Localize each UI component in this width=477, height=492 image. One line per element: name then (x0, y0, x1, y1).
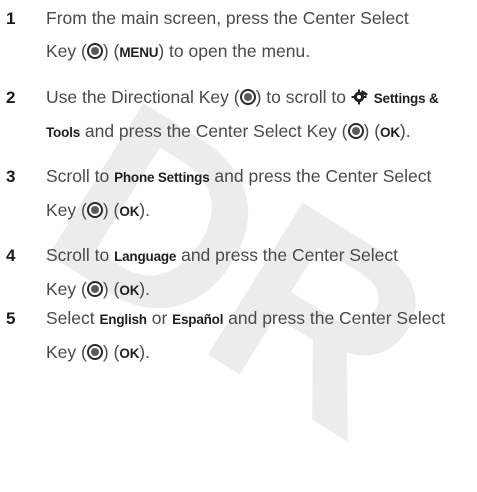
step-text-fragment: ) ( (102, 41, 120, 61)
step-text-fragment: Use the Directional Key ( (46, 87, 240, 107)
ok-label: OK (119, 346, 140, 361)
settings-and-tools-label: Settings & (373, 91, 439, 106)
step-text-fragment: Key ( (46, 342, 87, 362)
step-text-fragment: ). (139, 279, 150, 299)
center-select-key-icon (347, 123, 364, 139)
step-text-fragment: ) ( (363, 121, 381, 141)
ok-label: OK (380, 125, 400, 140)
step-text-fragment: Scroll to (46, 166, 115, 186)
center-select-key-icon (86, 281, 103, 297)
step-text: Scroll to Phone Settings and press the C… (46, 160, 476, 228)
menu-label: MENU (119, 45, 159, 60)
step-number: 2 (6, 88, 16, 107)
step-text-fragment: and press the Center Select (223, 308, 446, 328)
step-number: 3 (6, 167, 16, 186)
step-number: 5 (6, 309, 16, 328)
step-text-fragment: Select (46, 308, 100, 328)
step-text-fragment: and press the Center Select (176, 245, 399, 265)
step-text-fragment: ) ( (102, 200, 120, 220)
center-select-key-icon (86, 202, 103, 218)
step-text-fragment: ) ( (102, 342, 120, 362)
settings-and-tools-label: Tools (46, 125, 80, 140)
step-text: Select English or Español and press the … (46, 302, 476, 370)
step-text-fragment: Scroll to (46, 245, 115, 265)
step-text: Use the Directional Key () to scroll to … (46, 81, 476, 149)
step-text-fragment: ) to open the menu. (158, 41, 311, 61)
settings-gear-icon (351, 89, 368, 105)
step-text-fragment: Key ( (46, 279, 87, 299)
language-label: Language (114, 249, 177, 264)
directional-key-icon (239, 89, 256, 105)
step-text-line: From the main screen, press the Center S… (46, 8, 409, 28)
center-select-key-icon (86, 344, 103, 360)
step-text-fragment: ). (399, 121, 411, 141)
phone-settings-label: Phone Settings (114, 170, 210, 185)
center-select-key-icon (86, 43, 103, 59)
step-text-fragment: ) ( (102, 279, 120, 299)
step-text-fragment: or (146, 308, 173, 328)
step-text-fragment: and press the Center Select (209, 166, 432, 186)
step-text-fragment: Key ( (46, 200, 87, 220)
step-text-fragment: and press the Center Select Key ( (80, 121, 348, 141)
step-number: 1 (6, 9, 16, 28)
step-text-fragment: Key ( (46, 41, 87, 61)
ok-label: OK (119, 204, 140, 219)
step-text: From the main screen, press the Center S… (46, 2, 476, 69)
step-text-fragment: ) to scroll to (255, 87, 351, 107)
espanol-label: Español (172, 312, 224, 327)
step-text: Scroll to Language and press the Center … (46, 239, 476, 307)
step-text-fragment: ). (139, 342, 150, 362)
step-number: 4 (6, 246, 16, 265)
ok-label: OK (119, 283, 140, 298)
step-text-fragment: ). (139, 200, 150, 220)
english-label: English (99, 312, 148, 327)
